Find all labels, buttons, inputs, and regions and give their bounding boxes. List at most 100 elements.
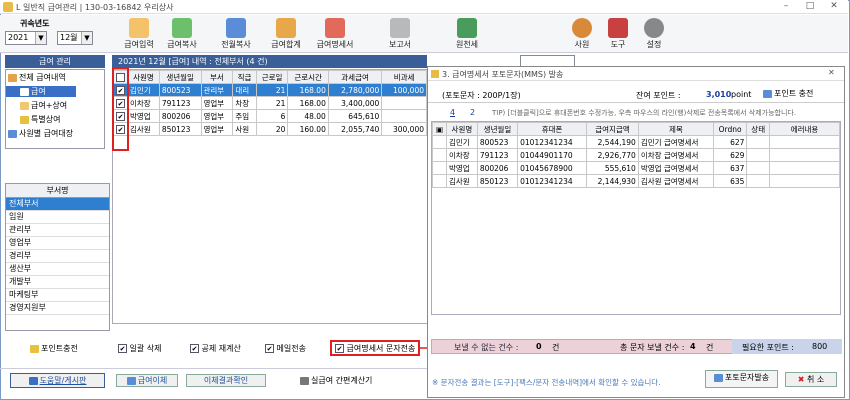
batch-delete-checkbox[interactable]: ✔ 일괄 삭제 xyxy=(118,343,162,354)
unit-price: (포토문자 : 200P/1장) xyxy=(442,91,521,100)
table-row[interactable]: 김민기 800523 01012341234 2,544,190 김민기 급여명세서 62… xyxy=(432,135,840,149)
col-header[interactable]: 근로일 xyxy=(255,70,289,84)
dept-item[interactable]: 개발부 xyxy=(6,276,109,289)
maximize-button[interactable]: □ xyxy=(798,0,822,13)
balance-value: 3,010 xyxy=(706,90,732,99)
tree-item-pay-bonus[interactable]: 급여+상여 xyxy=(6,100,104,111)
chevron-down-icon: ▼ xyxy=(35,32,46,44)
app-logo-icon xyxy=(431,70,439,78)
payslip-button[interactable]: 급여명세서 xyxy=(313,17,357,53)
page-total[interactable]: 2 xyxy=(470,108,475,117)
total-label: 총 문자 보낼 건수 : xyxy=(620,343,685,352)
table-row[interactable]: ✔ 박영업 800206 영업부 주임 6 48.00 645,610 xyxy=(113,109,427,123)
col-header[interactable]: 제목 xyxy=(637,122,714,136)
send-mms-button[interactable]: 포토문자발송 xyxy=(705,370,778,388)
email-send-checkbox[interactable]: ✔ 메일전송 xyxy=(265,343,306,354)
settings-button[interactable]: 설정 xyxy=(632,17,676,53)
unsendable-value: 0 xyxy=(536,342,542,351)
statement-icon xyxy=(325,18,345,38)
col-header[interactable]: 에러내용 xyxy=(769,122,840,136)
need-value: 800 xyxy=(812,342,828,351)
table-row[interactable]: 박영업 800206 01045678900 555,610 박영업 급여명세서 637 xyxy=(432,161,840,175)
col-header[interactable]: 휴대폰 xyxy=(517,122,588,136)
pay-copy-button[interactable]: 급여복사 xyxy=(160,17,204,53)
cancel-button[interactable]: ✖ 취 소 xyxy=(785,372,837,387)
tax-calendar-icon xyxy=(457,18,477,38)
pay-total-button[interactable]: 급여합계 xyxy=(264,17,308,53)
table-row[interactable]: 김사원 850123 01012341234 2,144,930 김사원 급여명세서 63… xyxy=(432,174,840,188)
point-charge-dialog-button[interactable]: 포인트 충전 xyxy=(763,88,813,99)
dept-item[interactable]: 경리부 xyxy=(6,250,109,263)
point-charge-button[interactable]: 포인트충전 xyxy=(30,343,78,354)
person-icon xyxy=(572,18,592,38)
document-icon xyxy=(763,89,772,98)
copy-icon xyxy=(172,18,192,38)
tax-recalc-checkbox[interactable]: ✔ 공제 재계산 xyxy=(190,343,241,354)
pay-transfer-button[interactable]: 급여이체 xyxy=(116,374,178,387)
withholding-tax-button[interactable]: 원천세 xyxy=(445,17,489,53)
need-label: 필요한 포인트 : xyxy=(742,343,794,352)
document-icon xyxy=(20,87,29,96)
unsendable-unit: 건 xyxy=(552,343,560,352)
tree-item-pay[interactable]: 급여 xyxy=(6,86,76,97)
tree-item-all[interactable]: 전체 급여내역 xyxy=(6,72,104,83)
col-header[interactable]: 비과세 xyxy=(381,70,427,84)
prev-month-copy-button[interactable]: 전월복사 xyxy=(214,17,258,53)
col-header[interactable]: 상태 xyxy=(746,122,770,136)
help-icon xyxy=(28,376,38,385)
month-select[interactable]: 12월 ▼ xyxy=(57,31,93,45)
balance-label: 잔여 포인트 : xyxy=(636,91,681,100)
col-header[interactable]: 근로시간 xyxy=(287,70,329,84)
col-header[interactable]: 사원명 xyxy=(127,70,160,84)
mms-dialog: 3. 급여명세서 포토문자(MMS) 발송 ✕ (포토문자 : 200P/1장)… xyxy=(427,66,845,398)
dept-item[interactable]: 생산부 xyxy=(6,263,109,276)
col-header[interactable]: 사원명 xyxy=(446,122,478,136)
dept-item[interactable]: 경영지원부 xyxy=(6,302,109,315)
col-header[interactable]: 생년월일 xyxy=(158,70,202,84)
sum-document-icon xyxy=(276,18,296,38)
table-row[interactable]: ✔ 김민기 800523 관리부 대리 21 168.00 2,780,000 100,00… xyxy=(113,83,427,97)
mms-send-checkbox[interactable]: ✔ 급여명세서 문자전송 xyxy=(330,340,420,356)
folder-icon xyxy=(8,73,17,82)
dept-item[interactable]: 관리부 xyxy=(6,224,109,237)
year-select[interactable]: 2021 ▼ xyxy=(5,31,47,45)
dialog-close-button[interactable]: ✕ xyxy=(828,68,835,77)
net-pay-calc-button[interactable]: 실급여 간편계산기 xyxy=(300,375,372,386)
grid-menu-icon[interactable]: ▣ xyxy=(432,122,447,136)
year-label: 귀속년도 xyxy=(20,19,50,28)
toolbar: 귀속년도 2021 ▼ 12월 ▼ 급여입력 급여복사 전월복사 급여합계 급여명세… xyxy=(0,15,848,53)
send-icon xyxy=(713,373,723,382)
dept-item[interactable]: 영업부 xyxy=(6,237,109,250)
table-row[interactable]: ✔ 이차장 791123 영업부 차장 21 168.00 3,400,000 xyxy=(113,96,427,110)
total-value: 4 xyxy=(690,342,696,351)
table-row[interactable]: ✔ 김사원 850123 영업부 사원 20 160.00 2,055,740 300,00… xyxy=(113,122,427,136)
tree-item-special-bonus[interactable]: 특별상여 xyxy=(6,114,104,125)
col-header[interactable]: 부서 xyxy=(200,70,234,84)
page-current[interactable]: 4 xyxy=(450,108,455,117)
table-row[interactable]: 이차장 791123 01044901170 2,926,770 이차장 급여명세서 62… xyxy=(432,148,840,162)
dept-item[interactable]: 임원 xyxy=(6,211,109,224)
col-header[interactable]: 직급 xyxy=(232,70,257,84)
dialog-title: 3. 급여명세서 포토문자(MMS) 발송 xyxy=(442,70,564,79)
unsendable-label: 보낼 수 없는 건수 : xyxy=(454,343,519,352)
minimize-button[interactable]: – xyxy=(774,0,798,13)
col-header[interactable]: Ordno xyxy=(712,122,748,136)
dialog-titlebar: 3. 급여명세서 포토문자(MMS) 발송 ✕ xyxy=(428,67,844,81)
transfer-check-button[interactable]: 이체결과확인 xyxy=(186,374,266,387)
dept-header: 부서명 xyxy=(6,184,109,198)
title-bar: L 일반직 급여관리 | 130-03-16842 우리상사 – □ ✕ xyxy=(0,0,848,14)
close-button[interactable]: ✕ xyxy=(822,0,846,13)
help-board-button[interactable]: 도움말/게시판 xyxy=(10,373,105,388)
tree-item-ledger[interactable]: 사원별 급여대장 xyxy=(6,128,104,139)
document-icon xyxy=(20,101,29,110)
document-copy-icon xyxy=(226,18,246,38)
dept-item[interactable]: 전체부서 xyxy=(6,198,109,211)
col-header[interactable]: 급여지급액 xyxy=(586,122,639,136)
col-header[interactable]: 생년월일 xyxy=(476,122,519,136)
dept-item[interactable]: 마케팅부 xyxy=(6,289,109,302)
col-header[interactable]: 과세급여 xyxy=(327,70,383,84)
pay-input-button[interactable]: 급여입력 xyxy=(117,17,161,53)
report-button[interactable]: 보고서 xyxy=(378,17,422,53)
calculator-icon xyxy=(300,376,309,385)
people-icon xyxy=(8,129,17,138)
